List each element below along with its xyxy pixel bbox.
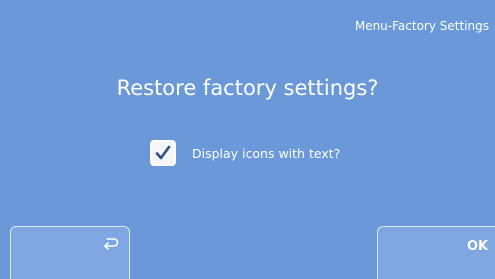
factory-settings-screen: Menu-Factory Settings Restore factory se… bbox=[0, 0, 495, 279]
display-icons-option[interactable]: Display icons with text? bbox=[150, 138, 340, 168]
menu-title: Menu-Factory Settings bbox=[354, 19, 489, 33]
restore-question: Restore factory settings? bbox=[116, 76, 379, 100]
back-return-icon bbox=[104, 238, 119, 250]
back-button[interactable] bbox=[10, 226, 130, 279]
display-icons-checkbox[interactable] bbox=[150, 140, 176, 166]
display-icons-label: Display icons with text? bbox=[192, 145, 341, 161]
ok-button[interactable]: OK bbox=[377, 226, 495, 279]
ok-label: OK bbox=[467, 239, 489, 254]
checkmark-icon bbox=[155, 145, 171, 160]
